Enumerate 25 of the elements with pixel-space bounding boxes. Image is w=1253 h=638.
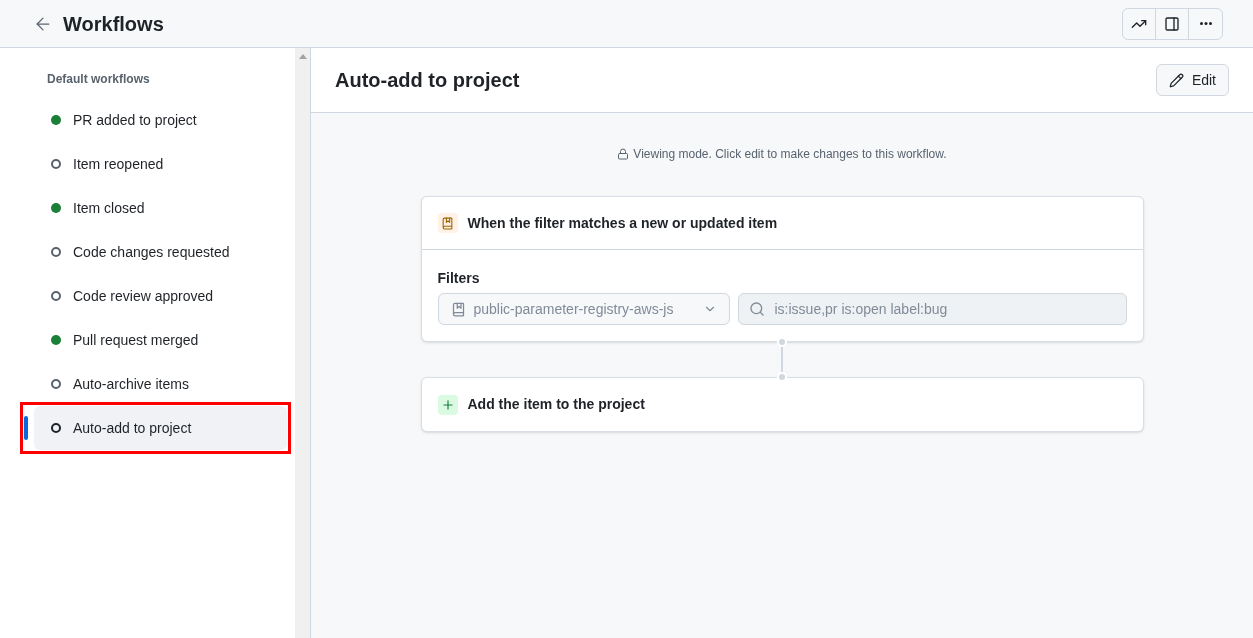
edit-button[interactable]: Edit [1155, 64, 1229, 96]
filters-label: Filters [437, 269, 481, 288]
sidebar-item[interactable]: Item closed [34, 186, 287, 230]
sidebar-item[interactable]: Code review approved [34, 274, 287, 318]
sidebar-heading: Default workflows [46, 71, 151, 88]
action-title: Add the item to the project [467, 395, 645, 414]
trigger-title: When the filter matches a new or updated item [467, 213, 778, 233]
side-panel-icon [1164, 15, 1180, 32]
sidebar-item[interactable]: Pull request merged [34, 318, 287, 362]
workflow-title: Auto-add to project [335, 68, 520, 93]
lock-icon [617, 148, 630, 160]
sidebar-item[interactable]: Code changes requested [34, 230, 287, 274]
sidebar-item[interactable]: Auto-add to project [34, 406, 287, 450]
sidebar-item[interactable]: PR added to project [34, 98, 287, 142]
page-title: Workflows [63, 11, 164, 37]
search-icon [748, 301, 765, 317]
viewing-mode-notice: Viewing mode. Click edit to make changes to this workflow. [633, 146, 947, 163]
more-icon [1199, 22, 1212, 25]
pencil-icon [1168, 72, 1184, 88]
scrollbar[interactable] [295, 48, 311, 638]
sidebar-item[interactable]: Item reopened [34, 142, 287, 186]
sidebar-item[interactable]: Auto-archive items [34, 362, 287, 406]
plus-icon [437, 394, 458, 415]
repository-icon [437, 213, 458, 233]
repository-icon [450, 301, 466, 317]
